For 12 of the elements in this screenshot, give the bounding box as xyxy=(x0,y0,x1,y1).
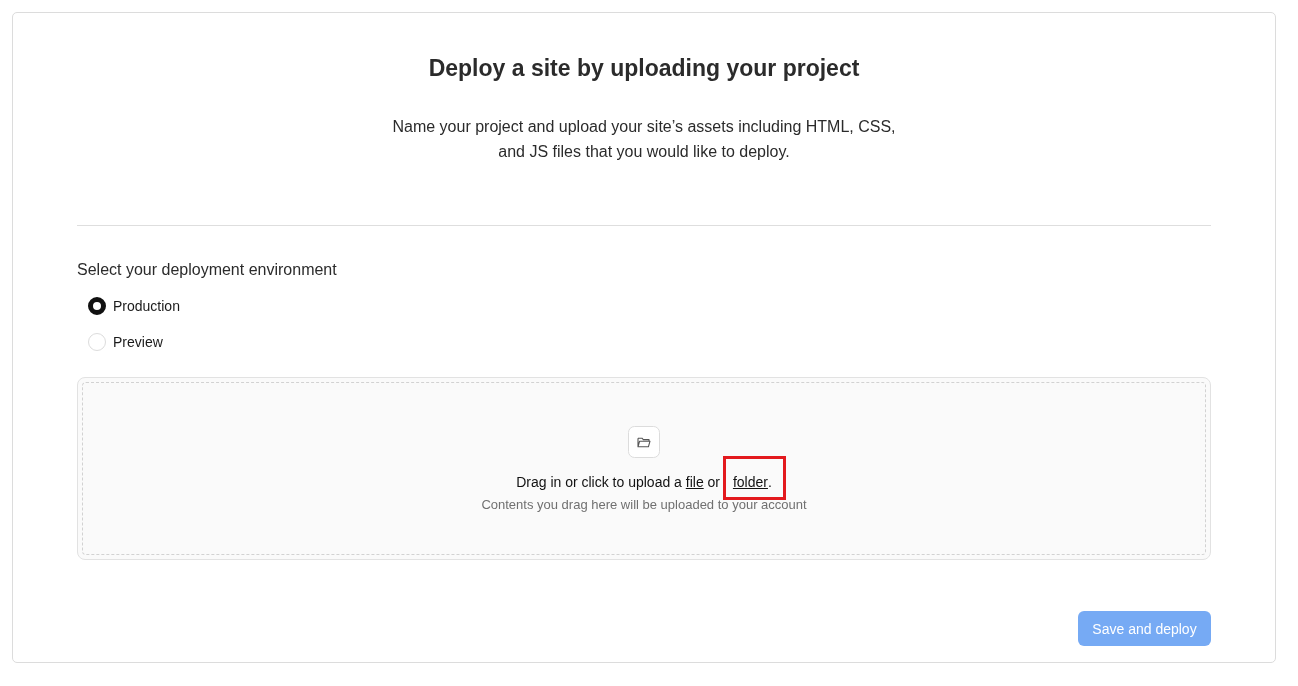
upload-prompt: Drag in or click to upload a file or folder. xyxy=(516,473,772,491)
environment-label: Select your deployment environment xyxy=(77,260,337,280)
radio-icon[interactable] xyxy=(88,297,106,315)
environment-option[interactable]: Production xyxy=(77,288,180,324)
page-description: Name your project and upload your site’s assets including HTML, CSS, and JS files that you would like to deploy. xyxy=(391,117,897,162)
page-title: Deploy a site by uploading your project xyxy=(428,54,860,83)
environment-option[interactable]: Preview xyxy=(77,324,163,360)
upload-link[interactable]: file xyxy=(685,474,704,490)
upload-link[interactable]: folder xyxy=(732,474,768,490)
upload-hint: Contents you drag here will be uploaded to your account xyxy=(481,496,807,513)
upload-dropzone[interactable]: Drag in or click to upload a file or folder. Contents you drag here will be uploaded to your account xyxy=(77,377,1211,560)
folder-icon xyxy=(628,426,660,458)
